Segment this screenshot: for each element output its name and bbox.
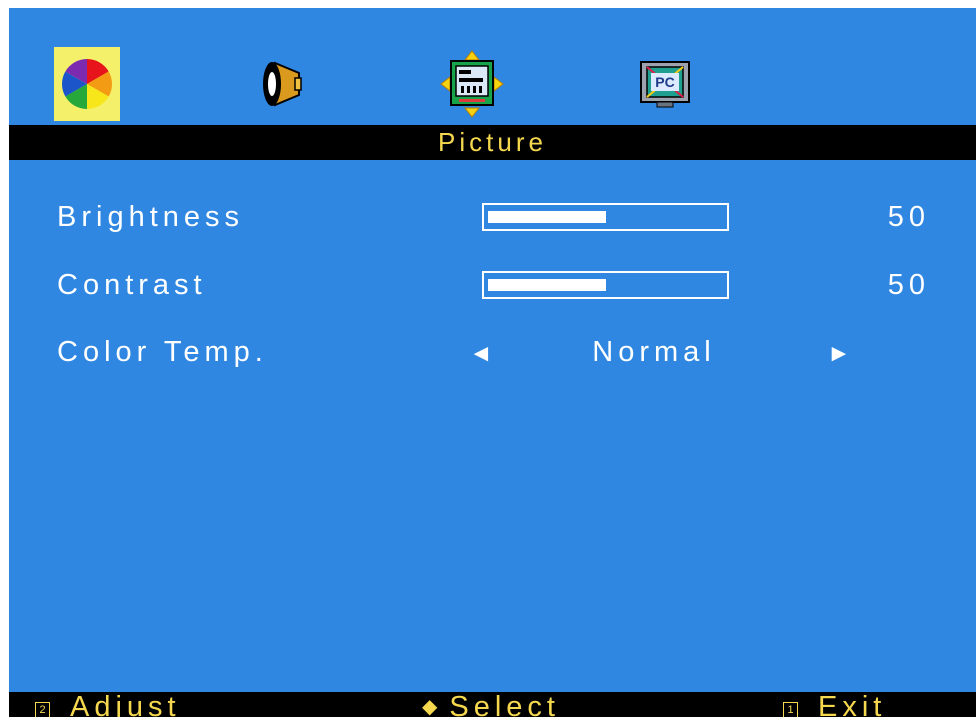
footer-exit: 1 Exit (783, 692, 886, 717)
tab-audio[interactable] (247, 47, 313, 121)
color-temp-label[interactable]: Color Temp. (57, 336, 268, 369)
brightness-value: 50 (887, 201, 930, 233)
key-2-icon: 2 (35, 702, 50, 717)
footer-select-label: Select (449, 691, 560, 717)
footer-adjust: 2 Adjust (35, 692, 181, 717)
footer-bar: 2 Adjust ◆ Select 1 Exit (9, 692, 976, 717)
pc-monitor-icon: PC (640, 61, 690, 108)
osd-menu: PC Picture Brightness 50 Contrast 50 Col… (9, 8, 976, 717)
contrast-label[interactable]: Contrast (57, 269, 207, 302)
up-down-diamond-icon: ◆ (422, 696, 438, 717)
page-title: Picture (438, 127, 547, 157)
color-wheel-icon (62, 59, 112, 109)
contrast-slider[interactable] (482, 271, 729, 299)
footer-select: ◆ Select (422, 692, 560, 717)
brightness-slider-fill (488, 211, 606, 223)
color-temp-right-arrow[interactable]: ► (827, 340, 851, 368)
brightness-slider[interactable] (482, 203, 729, 231)
tab-pc[interactable]: PC (632, 47, 698, 121)
footer-exit-label: Exit (818, 691, 887, 717)
contrast-slider-fill (488, 279, 606, 291)
key-1-icon: 1 (783, 702, 798, 717)
color-temp-left-arrow[interactable]: ◄ (469, 340, 493, 368)
display-adjust-icon (440, 50, 504, 118)
svg-text:PC: PC (655, 74, 674, 90)
tab-picture[interactable] (54, 47, 120, 121)
color-temp-value: Normal (592, 336, 716, 368)
contrast-value: 50 (887, 269, 930, 301)
tab-image-setup[interactable] (439, 47, 505, 121)
brightness-label[interactable]: Brightness (57, 201, 244, 234)
speaker-icon (263, 61, 302, 107)
title-bar: Picture (9, 125, 976, 160)
footer-adjust-label: Adjust (70, 691, 181, 717)
